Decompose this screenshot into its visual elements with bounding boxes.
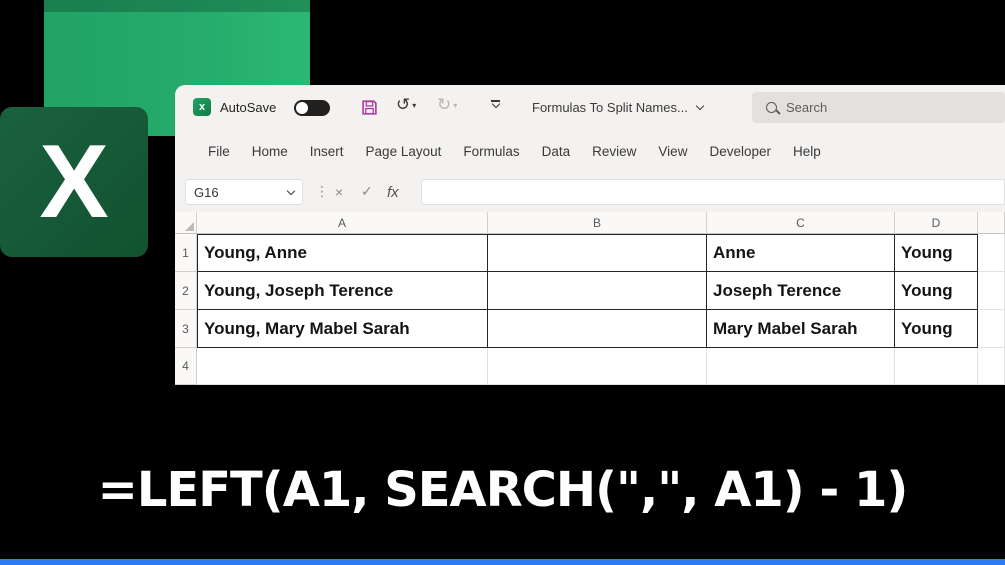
cell-B2[interactable] [488, 272, 707, 310]
excel-window: x AutoSave ↺ ▾ ↻ ▾ Formulas To Split Nam… [175, 85, 1005, 385]
cell-A1[interactable]: Young, Anne [197, 234, 488, 272]
excel-logo-top-strip [44, 0, 310, 12]
tab-home[interactable]: Home [241, 144, 299, 159]
row-header-1[interactable]: 1 [175, 234, 197, 272]
tab-file[interactable]: File [197, 144, 241, 159]
worksheet: A B C D 1 Young, Anne Anne Young 2 Young… [175, 212, 1005, 385]
tab-data[interactable]: Data [531, 144, 582, 159]
cell-A2[interactable]: Young, Joseph Terence [197, 272, 488, 310]
cell-D4[interactable] [895, 348, 978, 385]
cell-E2[interactable] [978, 272, 1005, 310]
cancel-button[interactable]: × [335, 179, 343, 205]
formula-input[interactable] [421, 179, 1005, 205]
name-box-chevron-down-icon [286, 186, 296, 195]
tab-formulas[interactable]: Formulas [452, 144, 530, 159]
customize-quick-access-button[interactable] [491, 99, 500, 109]
name-box-value: G16 [194, 184, 219, 200]
undo-button[interactable]: ↺ ▾ [396, 95, 416, 115]
tab-view[interactable]: View [647, 144, 698, 159]
tab-developer[interactable]: Developer [698, 144, 782, 159]
autosave-toggle-knob [296, 102, 308, 114]
insert-function-button[interactable]: fx [387, 179, 399, 205]
cell-D1[interactable]: Young [895, 234, 978, 272]
tab-help[interactable]: Help [782, 144, 832, 159]
tab-review[interactable]: Review [581, 144, 647, 159]
tab-insert[interactable]: Insert [299, 144, 355, 159]
row-header-4[interactable]: 4 [175, 348, 197, 385]
autosave-label: AutoSave [220, 100, 277, 115]
bottom-accent-bar [0, 559, 1005, 565]
col-header-c[interactable]: C [707, 212, 895, 234]
title-chevron-down-icon [695, 101, 705, 111]
cell-C3[interactable]: Mary Mabel Sarah [707, 310, 895, 348]
autosave-toggle[interactable] [294, 100, 330, 116]
redo-dropdown-icon: ▾ [453, 100, 458, 110]
col-header-b[interactable]: B [488, 212, 707, 234]
cell-B3[interactable] [488, 310, 707, 348]
cell-E4[interactable] [978, 348, 1005, 385]
cell-A4[interactable] [197, 348, 488, 385]
cell-C2[interactable]: Joseph Terence [707, 272, 895, 310]
row-header-3[interactable]: 3 [175, 310, 197, 348]
search-input[interactable]: Search [752, 92, 1005, 123]
col-header-a[interactable]: A [197, 212, 488, 234]
excel-logo-tile: X [0, 107, 148, 257]
undo-icon: ↺ [396, 95, 411, 115]
redo-icon: ↻ [437, 95, 452, 115]
search-placeholder: Search [786, 100, 828, 115]
cell-B1[interactable] [488, 234, 707, 272]
tab-page-layout[interactable]: Page Layout [355, 144, 453, 159]
cell-D3[interactable]: Young [895, 310, 978, 348]
cell-B4[interactable] [488, 348, 707, 385]
ribbon-tab-bar: File Home Insert Page Layout Formulas Da… [175, 130, 1005, 172]
cell-C4[interactable] [707, 348, 895, 385]
cell-D2[interactable]: Young [895, 272, 978, 310]
name-box[interactable]: G16 [185, 179, 303, 205]
cell-E1[interactable] [978, 234, 1005, 272]
enter-button[interactable]: ✓ [361, 179, 373, 205]
excel-logo-letter: X [39, 124, 109, 240]
select-all-corner[interactable] [175, 212, 197, 234]
cell-grid: A B C D 1 Young, Anne Anne Young 2 Young… [175, 212, 1005, 385]
undo-dropdown-icon: ▾ [412, 100, 417, 110]
redo-button[interactable]: ↻ ▾ [437, 95, 457, 115]
col-header-d[interactable]: D [895, 212, 978, 234]
col-header-e[interactable] [978, 212, 1005, 234]
stage: X x AutoSave ↺ ▾ ↻ ▾ Formulas To Split N… [0, 0, 1005, 565]
title-bar: x AutoSave ↺ ▾ ↻ ▾ Formulas To Split Nam… [175, 85, 1005, 130]
save-icon [362, 100, 377, 115]
cell-A3[interactable]: Young, Mary Mabel Sarah [197, 310, 488, 348]
formula-caption: =LEFT(A1, SEARCH(",", A1) - 1) [97, 462, 909, 518]
save-button[interactable] [361, 99, 378, 116]
formula-bar: G16 ⋮ × ✓ fx [175, 172, 1005, 212]
row-header-2[interactable]: 2 [175, 272, 197, 310]
cell-E3[interactable] [978, 310, 1005, 348]
formula-bar-divider-icon: ⋮ [315, 184, 329, 200]
excel-app-icon: x [193, 98, 211, 116]
search-icon [766, 102, 777, 113]
document-title[interactable]: Formulas To Split Names... [532, 85, 705, 130]
cell-C1[interactable]: Anne [707, 234, 895, 272]
